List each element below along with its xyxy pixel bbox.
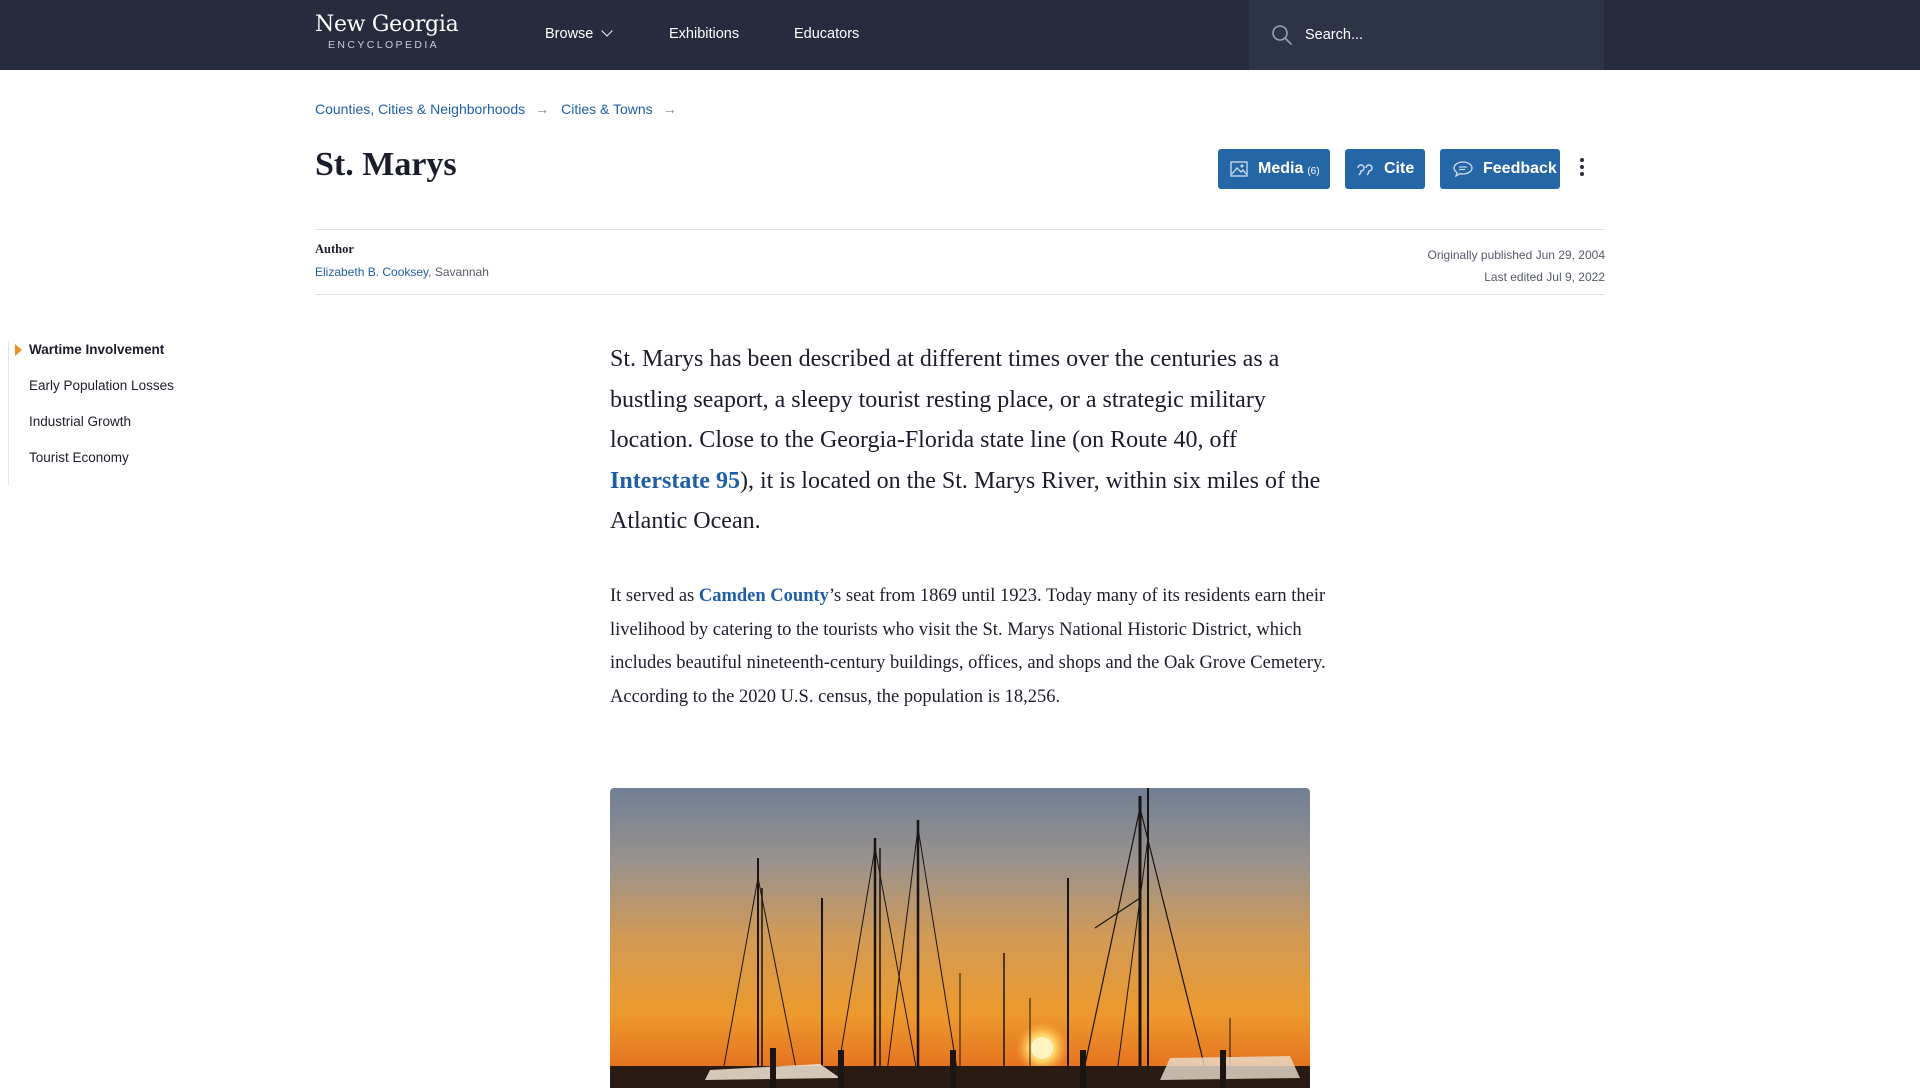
nav-browse-label: Browse <box>545 26 594 42</box>
published-date: Originally published Jun 29, 2004 <box>1427 248 1605 262</box>
interstate-95-link[interactable]: Interstate 95 <box>610 468 740 494</box>
search-placeholder: Search... <box>1305 27 1364 43</box>
author-heading: Author <box>315 242 354 256</box>
search-input[interactable]: Search... <box>1249 0 1604 70</box>
nav-browse[interactable]: Browse <box>545 25 614 42</box>
article-lead: St. Marys has been described at differen… <box>610 339 1330 542</box>
image-icon <box>1230 161 1248 177</box>
divider <box>315 229 1605 230</box>
cite-label: Cite <box>1384 160 1415 177</box>
cite-button[interactable]: Cite <box>1345 149 1425 189</box>
toc-item-tourist-economy[interactable]: Tourist Economy <box>29 449 174 467</box>
edited-date: Last edited Jul 9, 2022 <box>1484 270 1605 284</box>
feedback-label: Feedback <box>1483 160 1557 177</box>
lead-text-1: St. Marys has been described at differen… <box>610 346 1280 453</box>
chevron-down-icon <box>601 25 614 37</box>
paragraph-text-1: It served as <box>610 586 699 606</box>
media-label: Media <box>1258 160 1304 177</box>
toc-item-label: Wartime Involvement <box>29 342 165 357</box>
search-icon <box>1272 25 1292 45</box>
breadcrumb-cities-towns[interactable]: Cities & Towns <box>561 101 653 117</box>
caret-right-icon <box>15 344 22 356</box>
toc-item-industrial-growth[interactable]: Industrial Growth <box>29 413 174 431</box>
divider <box>315 294 1605 295</box>
site-subtitle: ENCYCLOPEDIA <box>328 39 440 51</box>
author-location: , Savannah <box>428 265 489 279</box>
quote-icon <box>1357 164 1373 176</box>
nav-exhibitions[interactable]: Exhibitions <box>669 26 739 42</box>
author-name-link[interactable]: Elizabeth B. Cooksey <box>315 265 428 279</box>
arrow-right-icon: → <box>662 101 677 117</box>
author-line: Elizabeth B. Cooksey, Savannah <box>315 265 489 279</box>
feedback-button[interactable]: Feedback <box>1440 149 1560 189</box>
article-paragraph: It served as Camden County’s seat from 1… <box>610 580 1330 714</box>
nav-educators[interactable]: Educators <box>794 26 859 42</box>
page-title: St. Marys <box>315 146 457 183</box>
media-button[interactable]: Media (6) <box>1218 149 1330 189</box>
article-photo[interactable] <box>610 788 1310 1088</box>
site-logo[interactable]: New Georgia ENCYCLOPEDIA <box>315 12 459 51</box>
top-nav: New Georgia ENCYCLOPEDIA Browse Exhibiti… <box>0 0 1920 70</box>
arrow-right-icon: → <box>535 101 550 117</box>
more-options-icon[interactable] <box>1578 158 1586 180</box>
media-count: (6) <box>1307 165 1320 177</box>
site-title: New Georgia <box>315 12 459 37</box>
table-of-contents: Wartime Involvement Early Population Los… <box>8 341 174 485</box>
toc-item-early-population-losses[interactable]: Early Population Losses <box>29 377 174 395</box>
publication-dates: Originally published Jun 29, 2004 Last e… <box>1428 244 1605 288</box>
speech-bubble-icon <box>1453 161 1473 177</box>
camden-county-link[interactable]: Camden County <box>699 586 829 606</box>
toc-item-wartime-involvement[interactable]: Wartime Involvement <box>15 341 174 359</box>
breadcrumb-counties-cities[interactable]: Counties, Cities & Neighborhoods <box>315 101 525 117</box>
breadcrumb: Counties, Cities & Neighborhoods → Citie… <box>315 101 689 117</box>
sunset-harbor-image <box>610 788 1310 1088</box>
